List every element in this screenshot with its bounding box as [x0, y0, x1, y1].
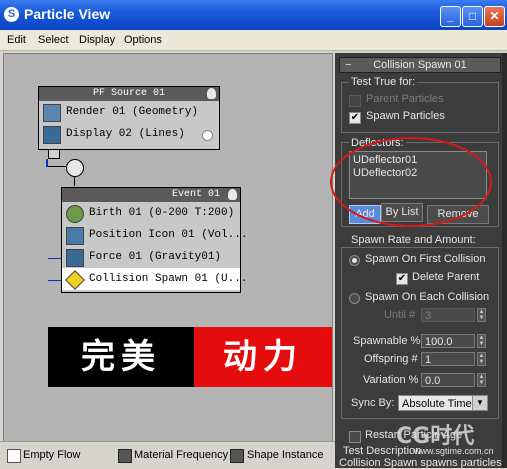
banner-left-text: 完美 [48, 327, 194, 387]
panel-scrollbar[interactable] [502, 53, 507, 468]
operator-force[interactable]: Force 01 (Gravity01) [62, 246, 240, 268]
rollout-header[interactable]: − Collision Spawn 01 [339, 57, 501, 73]
sync-by-value: Absolute Time [402, 398, 472, 410]
highlight-ellipse [330, 137, 492, 227]
app-icon: S [4, 7, 19, 22]
sync-by-dropdown[interactable]: Absolute Time ▼ [398, 395, 488, 411]
minimize-button[interactable]: _ [440, 6, 461, 27]
spawn-rate-label: Spawn Rate and Amount: [349, 234, 478, 246]
close-button[interactable]: ✕ [484, 6, 505, 27]
delete-parent-checkbox[interactable]: ✔ [396, 273, 408, 285]
description-text: Collision Spawn spawns particles [339, 457, 502, 468]
menu-bar: Edit Select Display Options [0, 30, 507, 51]
operator-render[interactable]: Render 01 (Geometry) [39, 101, 219, 123]
variation-spinner-arrows[interactable]: ▲ ▼ [477, 373, 486, 387]
wire [48, 258, 61, 259]
empty-flow-icon [7, 449, 21, 463]
collapse-icon: − [345, 59, 352, 71]
spawnable-spinner-arrows[interactable]: ▲ ▼ [477, 334, 486, 348]
offspring-spinner[interactable]: 1 [421, 352, 475, 366]
position-icon [66, 227, 84, 245]
birth-icon [66, 205, 84, 223]
operator-position-icon[interactable]: Position Icon 01 (Vol... [62, 224, 247, 246]
operator-label: Collision Spawn 01 (U... [89, 273, 248, 285]
lightbulb-icon[interactable] [207, 88, 216, 99]
wire [74, 176, 75, 186]
depot-item-material-frequency[interactable]: Material Frequency [134, 449, 228, 461]
event-header[interactable]: Event 01 [62, 188, 240, 202]
collision-spawn-icon [65, 270, 85, 290]
spawn-each-label: Spawn On Each Collision [365, 291, 490, 303]
operator-label: Birth 01 (0-200 T:200) [89, 207, 235, 219]
operator-label: Force 01 (Gravity01) [89, 251, 222, 263]
parent-particles-checkbox[interactable] [349, 95, 361, 107]
operator-label: Position Icon 01 (Vol... [89, 229, 248, 241]
depot-item-shape-instance[interactable]: Shape Instance [247, 449, 323, 461]
operator-depot: Empty Flow Material Frequency Shape Inst… [0, 441, 335, 469]
spawn-each-radio[interactable] [349, 293, 360, 304]
operator-collision-spawn[interactable]: Collision Spawn 01 (U... [62, 268, 247, 290]
menu-display[interactable]: Display [79, 34, 115, 46]
shape-instance-icon [230, 449, 244, 463]
offspring-spinner-arrows[interactable]: ▲ ▼ [477, 352, 486, 366]
display-color-dot [202, 130, 213, 141]
window-title: Particle View [24, 6, 111, 22]
operator-display[interactable]: Display 02 (Lines) [39, 123, 219, 145]
force-icon [66, 249, 84, 267]
pf-source-node[interactable]: PF Source 01 Render 01 (Geometry) Displa… [38, 86, 220, 150]
test-true-group [341, 82, 499, 133]
spawnable-label: Spawnable % [353, 335, 421, 347]
menu-select[interactable]: Select [38, 34, 69, 46]
banner-right-text: 动力 [194, 327, 332, 387]
spawn-first-radio[interactable] [349, 255, 360, 266]
until-spinner-arrows[interactable]: ▲ ▼ [477, 308, 486, 322]
variation-label: Variation % [363, 374, 419, 386]
wire [48, 280, 61, 281]
particle-diagram-canvas[interactable]: PF Source 01 Render 01 (Geometry) Displa… [3, 53, 333, 443]
lightbulb-icon[interactable] [228, 189, 237, 200]
maximize-button[interactable]: □ [462, 6, 483, 27]
until-spinner[interactable]: 3 [421, 308, 475, 322]
watermark-banner: 完美 动力 [48, 327, 332, 387]
event-node[interactable]: Event 01 Birth 01 (0-200 T:200) Position… [61, 187, 247, 293]
until-label: Until # [384, 309, 416, 321]
delete-parent-label: Delete Parent [412, 271, 480, 283]
spawn-particles-checkbox[interactable]: ✔ [349, 112, 361, 124]
pf-source-title: PF Source 01 [92, 88, 165, 99]
menu-options[interactable]: Options [124, 34, 162, 46]
event-title: Event 01 [171, 189, 220, 200]
render-icon [43, 104, 61, 122]
spawnable-spinner[interactable]: 100.0 [421, 334, 475, 348]
operator-birth[interactable]: Birth 01 (0-200 T:200) [62, 202, 240, 224]
spawn-first-label: Spawn On First Collision [365, 253, 486, 265]
pf-source-header[interactable]: PF Source 01 [39, 87, 219, 101]
menu-edit[interactable]: Edit [7, 34, 26, 46]
title-bar: S Particle View _ □ ✕ [0, 0, 507, 30]
offspring-label: Offspring # [364, 353, 418, 365]
parameters-panel: − Collision Spawn 01 Test True for: Pare… [335, 53, 507, 468]
sync-by-label: Sync By: [351, 397, 395, 409]
variation-spinner[interactable]: 0.0 [421, 373, 475, 387]
event-input-connector[interactable] [66, 159, 84, 177]
depot-item-empty-flow[interactable]: Empty Flow [23, 449, 80, 461]
watermark-url: www.sgtime.com.cn [414, 446, 494, 456]
wire [48, 166, 68, 167]
operator-label: Display 02 (Lines) [66, 128, 185, 140]
material-frequency-icon [118, 449, 132, 463]
parent-particles-label: Parent Particles [366, 93, 444, 105]
source-output-handle[interactable] [48, 149, 60, 159]
restart-age-checkbox[interactable] [349, 431, 361, 443]
rollout-title: Collision Spawn 01 [373, 59, 467, 71]
operator-label: Render 01 (Geometry) [66, 106, 199, 118]
display-icon [43, 126, 61, 144]
test-true-label: Test True for: [349, 76, 418, 88]
chevron-down-icon: ▼ [472, 396, 487, 410]
spawn-particles-label: Spawn Particles [366, 110, 445, 122]
